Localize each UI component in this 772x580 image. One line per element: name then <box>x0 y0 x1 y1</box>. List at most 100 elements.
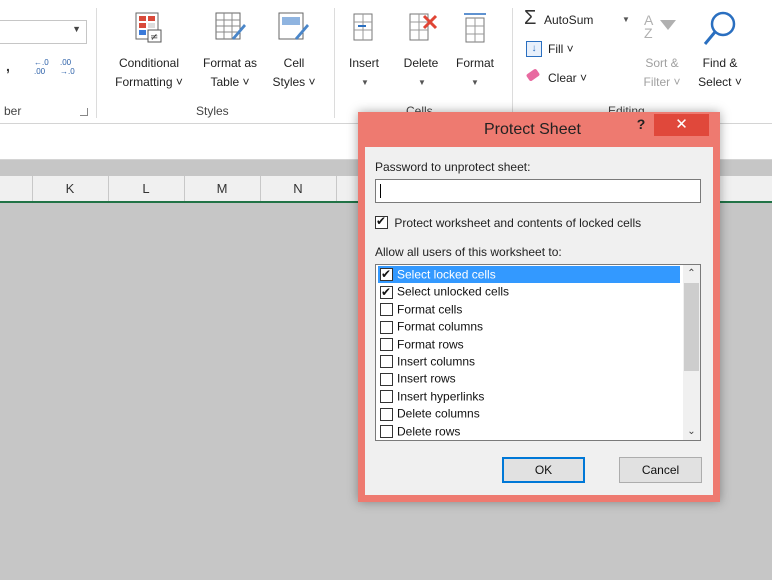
permission-label: Select unlocked cells <box>397 284 510 299</box>
chevron-down-icon: ▼ <box>418 78 426 87</box>
format-as-table-label: Format as <box>202 56 257 70</box>
permission-label: Delete rows <box>397 423 461 438</box>
permission-item[interactable]: Delete columns <box>378 405 680 422</box>
permission-label: Delete columns <box>397 406 480 421</box>
close-button[interactable]: ✕ <box>654 114 709 136</box>
insert-cells-label: Insert <box>348 56 379 70</box>
permission-item[interactable]: Insert columns <box>378 353 680 370</box>
format-as-table-label-2: Table ˅ <box>210 75 250 89</box>
sort-filter-button[interactable]: AZ Sort & Filter ˅ <box>636 8 688 98</box>
find-select-label: Find & <box>702 56 738 70</box>
conditional-formatting-button[interactable]: ≠ Conditional Formatting ˅ <box>108 8 190 98</box>
allow-users-label: Allow all users of this worksheet to: <box>375 245 562 259</box>
protect-worksheet-checkbox[interactable]: Protect worksheet and contents of locked… <box>375 214 705 231</box>
permission-item[interactable]: Format cells <box>378 301 680 318</box>
cell-styles-icon <box>278 12 309 40</box>
column-header-n[interactable]: N <box>260 176 337 201</box>
sigma-icon: Σ <box>524 7 537 29</box>
column-header-k[interactable]: K <box>32 176 109 201</box>
permission-label: Format cells <box>397 302 463 317</box>
find-select-button[interactable]: Find & Select ˅ <box>688 8 752 98</box>
permission-item[interactable]: Select unlocked cells <box>378 283 680 301</box>
password-label: Password to unprotect sheet: <box>375 160 531 174</box>
checkbox-icon[interactable] <box>380 303 393 317</box>
delete-cells-icon <box>409 13 438 41</box>
clear-button[interactable]: Clear ˅ <box>524 68 604 88</box>
number-group-label: ber <box>4 104 22 118</box>
checkbox-icon[interactable] <box>380 320 393 334</box>
checkbox-icon[interactable] <box>380 355 393 369</box>
fill-button[interactable]: ↓ Fill ˅ <box>524 40 594 60</box>
eraser-icon <box>525 68 541 82</box>
group-separator <box>334 8 335 118</box>
ok-button[interactable]: OK <box>502 457 585 483</box>
chevron-down-icon: ▼ <box>471 78 479 87</box>
protect-sheet-dialog: Protect Sheet ? ✕ Password to unprotect … <box>358 112 720 502</box>
checkbox-icon[interactable] <box>380 337 393 351</box>
checkbox-icon[interactable] <box>380 390 393 404</box>
ribbon: ▼ , ←.0 .00 .00 →.0 ber ≠ Conditional Fo… <box>0 0 772 124</box>
scrollbar-thumb[interactable] <box>684 283 699 371</box>
format-cells-button[interactable]: Format ▼ <box>448 8 502 98</box>
permissions-list[interactable]: Select locked cells Select unlocked cells… <box>375 264 701 441</box>
checkbox-icon[interactable] <box>380 372 393 386</box>
decrease-decimal-button[interactable]: .00 →.0 <box>60 58 82 80</box>
checkbox-icon[interactable] <box>380 284 393 301</box>
conditional-formatting-label: Conditional <box>118 56 180 70</box>
group-separator <box>512 8 513 118</box>
format-as-table-icon <box>215 12 246 40</box>
dialog-title: Protect Sheet <box>484 121 581 138</box>
scroll-down-icon[interactable]: ⌄ <box>683 423 700 440</box>
delete-cells-button[interactable]: Delete ▼ <box>394 8 448 98</box>
cell-styles-button[interactable]: Cell Styles ˅ <box>266 8 322 98</box>
increase-decimal-icon: ←.0 .00 <box>34 58 49 76</box>
scroll-up-icon[interactable]: ⌃ <box>683 265 700 282</box>
cell-styles-label-2: Styles ˅ <box>272 75 316 89</box>
protect-worksheet-label: Protect worksheet and contents of locked… <box>394 215 642 230</box>
checkbox-icon[interactable] <box>380 266 393 283</box>
password-field[interactable] <box>375 179 701 203</box>
permission-item[interactable]: Format rows <box>378 336 680 353</box>
checkbox-icon[interactable] <box>380 424 393 438</box>
insert-cells-button[interactable]: Insert ▼ <box>342 8 386 98</box>
permission-label: Format rows <box>397 336 464 351</box>
sort-az-icon: AZ <box>644 12 654 41</box>
chevron-down-icon: ▼ <box>72 24 81 34</box>
permission-item[interactable]: Insert rows <box>378 370 680 387</box>
magnifier-icon <box>703 11 736 45</box>
permission-item[interactable]: Format columns <box>378 318 680 335</box>
permission-label: Insert rows <box>397 371 456 386</box>
styles-group-label: Styles <box>196 104 229 118</box>
checkbox-icon <box>375 214 388 230</box>
number-format-dropdown[interactable]: ▼ <box>0 20 87 44</box>
comma-style-button[interactable]: , <box>6 58 10 74</box>
insert-cells-icon <box>353 13 373 41</box>
format-cells-label: Format <box>455 56 494 70</box>
list-scrollbar[interactable]: ⌃ ⌄ <box>683 265 700 440</box>
column-header-l[interactable]: L <box>108 176 185 201</box>
increase-decimal-button[interactable]: ←.0 .00 <box>34 58 56 80</box>
text-caret <box>380 184 381 198</box>
svg-text:≠: ≠ <box>150 32 158 43</box>
conditional-formatting-icon: ≠ <box>135 12 162 43</box>
dialog-title-bar[interactable]: Protect Sheet ? ✕ <box>358 112 720 146</box>
checkbox-icon[interactable] <box>380 407 393 421</box>
cancel-button[interactable]: Cancel <box>619 457 702 483</box>
find-select-label-2: Select ˅ <box>698 75 742 89</box>
chevron-down-icon: ▼ <box>622 15 630 24</box>
permission-item[interactable]: Insert hyperlinks <box>378 388 680 405</box>
column-header-stub[interactable] <box>0 176 33 201</box>
dialog-launcher-icon[interactable] <box>80 108 88 116</box>
autosum-button[interactable]: Σ AutoSum ▼ <box>522 7 632 32</box>
column-header-m[interactable]: M <box>184 176 261 201</box>
autosum-label: AutoSum <box>544 13 594 27</box>
help-icon[interactable]: ? <box>632 116 650 136</box>
permission-label: Select locked cells <box>397 267 496 282</box>
delete-cells-label: Delete <box>403 56 439 70</box>
permission-label: Format columns <box>397 319 484 334</box>
format-as-table-button[interactable]: Format as Table ˅ <box>195 8 265 98</box>
filter-funnel-icon <box>660 20 676 30</box>
permission-item[interactable]: Delete rows <box>378 423 680 440</box>
conditional-formatting-label-2: Formatting ˅ <box>115 75 183 89</box>
permission-item[interactable]: Select locked cells <box>378 266 680 283</box>
